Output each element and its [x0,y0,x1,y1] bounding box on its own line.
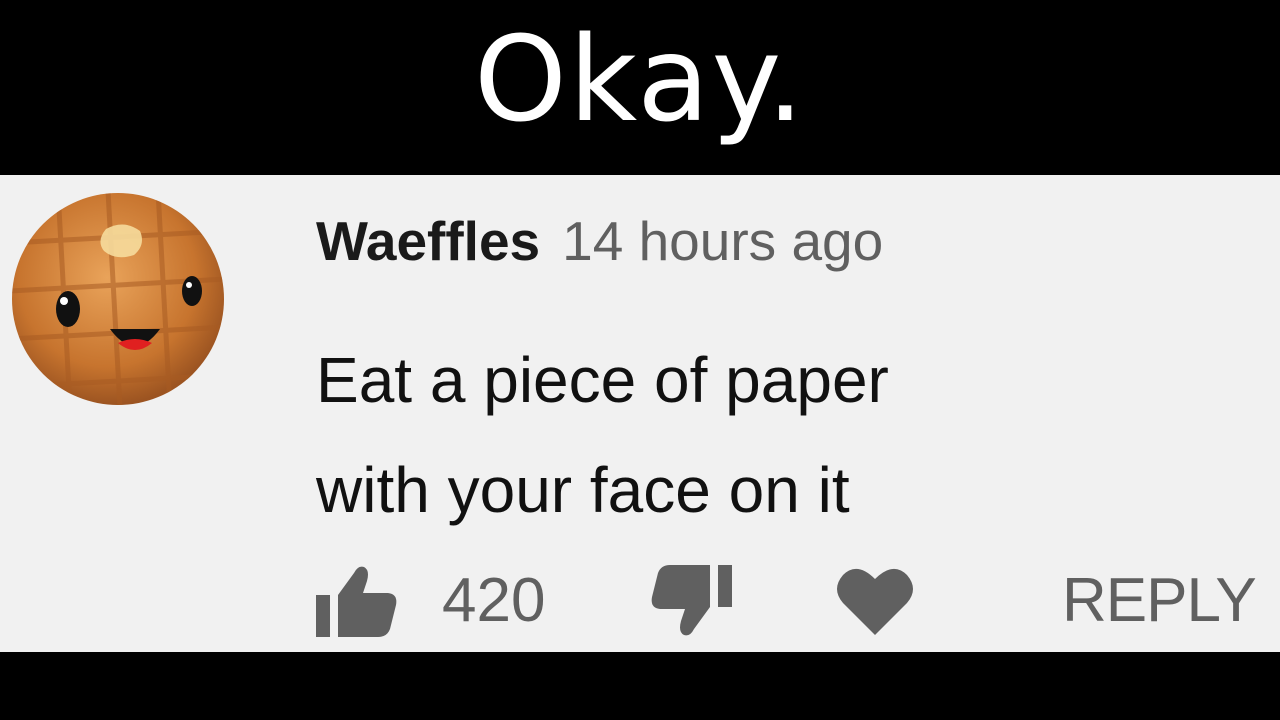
bottom-band [0,652,1280,720]
reply-button[interactable]: REPLY [1062,561,1257,641]
like-button[interactable] [314,563,398,639]
author-name[interactable]: Waeffles [316,209,540,273]
comment-line: Eat a piece of paper [316,344,889,416]
thumbs-down-icon [651,565,732,636]
thumbs-up-icon [316,566,397,637]
comment-header: Waeffles 14 hours ago [316,209,883,273]
comment-line: with your face on it [316,454,850,526]
comment-body: Eat a piece of paper with your face on i… [316,325,1076,545]
like-count: 420 [442,566,546,635]
comment-card: Waeffles 14 hours ago Eat a piece of pap… [0,175,1280,652]
waffle-face-avatar-icon [12,193,224,405]
avatar[interactable] [10,191,226,407]
comment-timestamp[interactable]: 14 hours ago [562,209,883,273]
heart-icon [837,568,913,635]
dislike-button[interactable] [650,563,734,639]
heart-button[interactable] [835,563,915,639]
comment-actions: 420 REPLY [0,555,1280,645]
meme-caption: Okay. [474,9,806,148]
